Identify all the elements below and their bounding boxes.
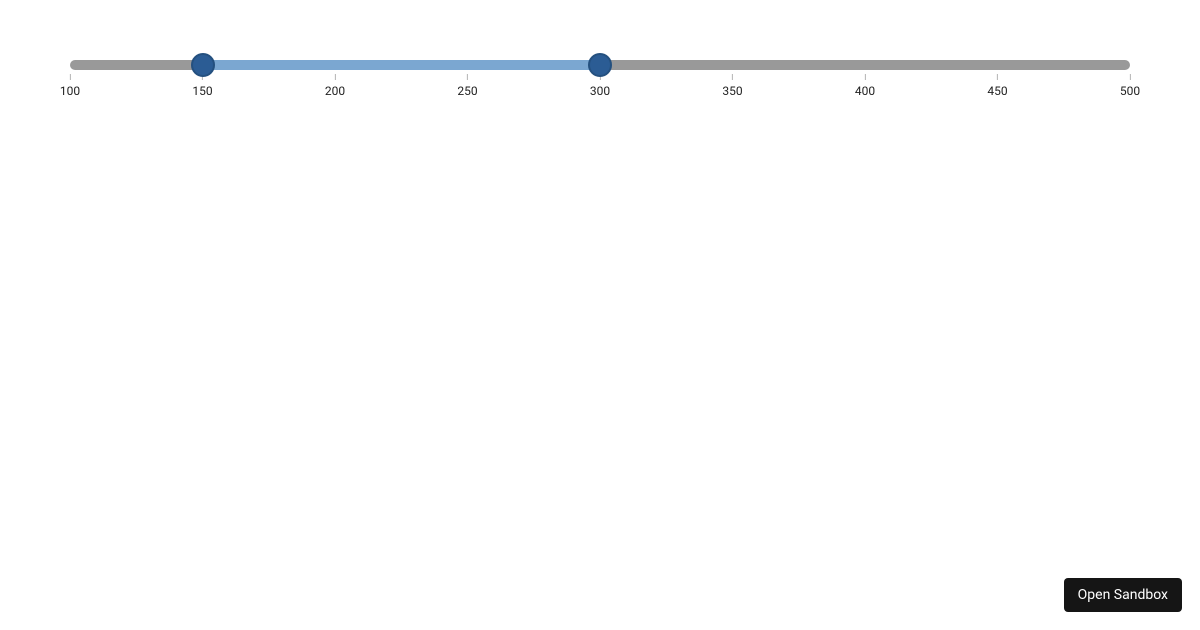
slider-handle-low[interactable] (191, 53, 215, 77)
slider-track (203, 60, 601, 70)
range-slider: 100150200250300350400450500 (70, 60, 1130, 102)
tick-label: 300 (590, 84, 610, 98)
open-sandbox-label: Open Sandbox (1078, 587, 1168, 603)
slider-rail[interactable] (70, 60, 1130, 70)
tick-label: 450 (987, 84, 1007, 98)
slider-handle-high[interactable] (588, 53, 612, 77)
tick-mark (69, 74, 70, 80)
slider-tick: 450 (987, 74, 1007, 98)
slider-tick: 400 (855, 74, 875, 98)
slider-tick: 100 (60, 74, 80, 98)
tick-mark (997, 74, 998, 80)
tick-mark (334, 74, 335, 80)
tick-label: 500 (1120, 84, 1140, 98)
tick-label: 250 (457, 84, 477, 98)
tick-label: 350 (722, 84, 742, 98)
tick-label: 200 (325, 84, 345, 98)
slider-tick: 500 (1120, 74, 1140, 98)
slider-ticks: 100150200250300350400450500 (70, 74, 1130, 102)
tick-mark (732, 74, 733, 80)
tick-label: 150 (192, 84, 212, 98)
slider-tick: 250 (457, 74, 477, 98)
slider-tick: 300 (590, 74, 610, 98)
slider-tick: 350 (722, 74, 742, 98)
tick-mark (467, 74, 468, 80)
tick-mark (1129, 74, 1130, 80)
tick-label: 100 (60, 84, 80, 98)
tick-label: 400 (855, 84, 875, 98)
tick-mark (864, 74, 865, 80)
slider-tick: 150 (192, 74, 212, 98)
slider-tick: 200 (325, 74, 345, 98)
open-sandbox-button[interactable]: Open Sandbox (1064, 578, 1182, 612)
